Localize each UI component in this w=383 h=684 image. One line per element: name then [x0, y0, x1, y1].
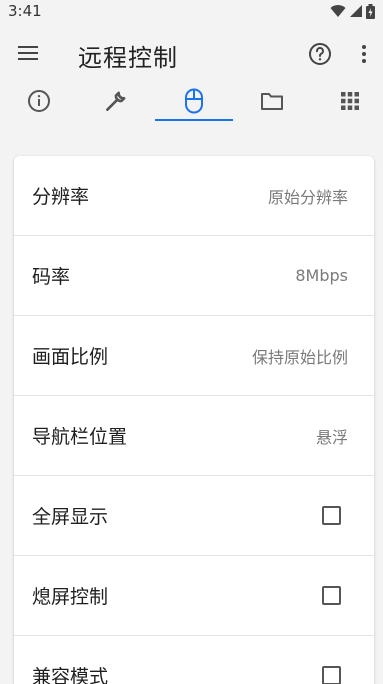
setting-compat-mode[interactable]: 兼容模式	[14, 636, 374, 684]
setting-label: 熄屏控制	[32, 586, 109, 608]
page-title: 远程控制	[78, 44, 178, 72]
mouse-icon	[185, 88, 203, 114]
setting-aspect-ratio[interactable]: 画面比例 保持原始比例	[14, 316, 374, 396]
status-time: 3:41	[8, 2, 42, 20]
tab-bar	[0, 80, 383, 124]
cellular-signal-icon	[350, 5, 362, 17]
setting-nav-bar-position[interactable]: 导航栏位置 悬浮	[14, 396, 374, 476]
tab-remote-control[interactable]	[155, 80, 233, 122]
compat-mode-checkbox[interactable]	[322, 666, 341, 684]
setting-resolution[interactable]: 分辨率 原始分辨率	[14, 156, 374, 236]
settings-card: 分辨率 原始分辨率 码率 8Mbps 画面比例 保持原始比例 导航栏位置 悬浮 …	[14, 156, 374, 684]
fullscreen-checkbox[interactable]	[322, 506, 341, 525]
more-vert-icon	[362, 45, 366, 63]
setting-label: 画面比例	[32, 346, 109, 368]
setting-label: 全屏显示	[32, 506, 109, 528]
hamburger-menu-icon	[18, 46, 38, 60]
menu-button[interactable]	[13, 40, 43, 66]
setting-value: 原始分辨率	[267, 187, 348, 207]
status-icons	[330, 3, 375, 19]
tab-selected-indicator	[155, 119, 233, 121]
setting-value: 8Mbps	[295, 266, 348, 285]
tab-files[interactable]	[233, 80, 311, 122]
app-bar: 远程控制	[0, 30, 383, 76]
battery-icon	[366, 3, 375, 19]
setting-screen-off-control[interactable]: 熄屏控制	[14, 556, 374, 636]
tab-info[interactable]	[0, 80, 78, 122]
status-bar: 3:41	[0, 0, 383, 22]
help-button[interactable]	[306, 40, 334, 68]
overflow-menu-button[interactable]	[355, 40, 373, 68]
setting-value: 悬浮	[315, 427, 348, 447]
setting-value: 保持原始比例	[251, 347, 348, 367]
folder-icon	[261, 93, 283, 110]
tab-tools[interactable]	[77, 80, 155, 122]
tab-apps[interactable]	[311, 80, 383, 122]
setting-label: 兼容模式	[32, 666, 109, 684]
wifi-icon	[330, 5, 346, 18]
wrench-icon	[106, 91, 126, 111]
setting-label: 分辨率	[32, 186, 90, 208]
setting-fullscreen[interactable]: 全屏显示	[14, 476, 374, 556]
help-icon	[309, 43, 331, 65]
setting-label: 导航栏位置	[32, 426, 128, 448]
info-icon	[28, 90, 50, 112]
setting-label: 码率	[32, 266, 71, 288]
apps-grid-icon	[341, 92, 359, 110]
screen-off-control-checkbox[interactable]	[322, 586, 341, 605]
setting-bitrate[interactable]: 码率 8Mbps	[14, 236, 374, 316]
